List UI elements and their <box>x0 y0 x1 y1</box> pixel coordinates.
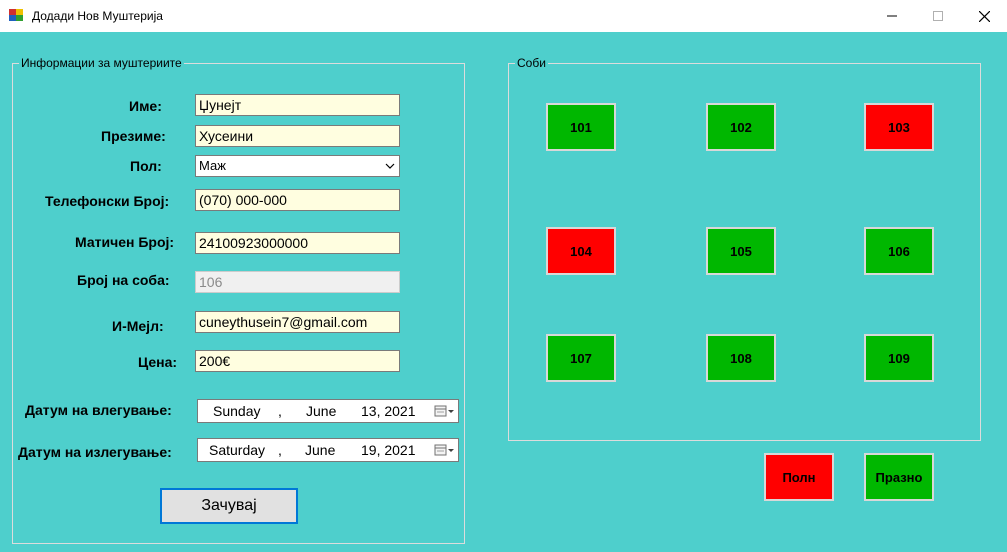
rooms-legend: Соби <box>517 56 546 70</box>
checkin-day-year: 13, 2021 <box>361 403 416 419</box>
chevron-down-icon <box>385 163 395 169</box>
checkout-date-picker[interactable]: Saturday , June 19, 2021 <box>197 438 459 462</box>
minimize-button[interactable] <box>869 0 915 32</box>
window-title: Додади Нов Муштерија <box>32 9 163 23</box>
calendar-icon <box>434 444 454 456</box>
close-button[interactable] <box>961 0 1007 32</box>
embg-label: Матичен Број: <box>75 234 175 250</box>
room-101-button[interactable]: 101 <box>546 103 616 151</box>
room-number-label: Број на соба: <box>77 272 170 288</box>
room-number-field: 106 <box>195 271 400 293</box>
checkout-weekday: Saturday <box>209 442 266 458</box>
phone-field[interactable]: (070) 000-000 <box>195 189 400 211</box>
checkout-month: June <box>305 442 336 458</box>
legend-empty: Празно <box>864 453 934 501</box>
checkout-label: Датум на излегување: <box>18 444 172 460</box>
checkin-label: Датум на влегување: <box>25 402 172 418</box>
phone-label: Телефонски Број: <box>45 193 170 209</box>
room-103-button[interactable]: 103 <box>864 103 934 151</box>
maximize-button[interactable] <box>915 0 961 32</box>
title-bar: Додади Нов Муштерија <box>0 0 1007 33</box>
email-field[interactable]: cuneythusein7@gmail.com <box>195 311 400 333</box>
gender-label: Пол: <box>130 158 162 174</box>
legend-full: Полн <box>764 453 834 501</box>
name-label: Име: <box>129 98 162 114</box>
room-102-button[interactable]: 102 <box>706 103 776 151</box>
room-105-button[interactable]: 105 <box>706 227 776 275</box>
customer-info-legend: Информации за муштериите <box>21 56 182 70</box>
checkin-month: June <box>306 403 337 419</box>
room-107-button[interactable]: 107 <box>546 334 616 382</box>
surname-field[interactable]: Хусеини <box>195 125 400 147</box>
room-106-button[interactable]: 106 <box>864 227 934 275</box>
name-field[interactable]: Џунејт <box>195 94 400 116</box>
save-button[interactable]: Зачувај <box>160 488 298 524</box>
price-label: Цена: <box>138 354 178 370</box>
checkin-date-picker[interactable]: Sunday , June 13, 2021 <box>197 399 459 423</box>
email-label: И-Мејл: <box>112 318 164 334</box>
app-icon <box>9 9 23 21</box>
room-108-button[interactable]: 108 <box>706 334 776 382</box>
checkout-sep: , <box>278 442 282 458</box>
maximize-icon <box>933 11 943 21</box>
checkin-weekday: Sunday <box>213 403 261 419</box>
embg-field[interactable]: 24100923000000 <box>195 232 400 254</box>
room-109-button[interactable]: 109 <box>864 334 934 382</box>
gender-value: Маж <box>199 158 226 173</box>
checkout-day-year: 19, 2021 <box>361 442 416 458</box>
calendar-icon <box>434 405 454 417</box>
form-body: Информации за муштериите Име: Џунејт Пре… <box>0 32 1007 552</box>
gender-select[interactable]: Маж <box>195 155 400 177</box>
surname-label: Презиме: <box>101 128 166 144</box>
minimize-icon <box>887 15 897 17</box>
close-icon <box>978 10 990 22</box>
room-104-button[interactable]: 104 <box>546 227 616 275</box>
checkin-sep: , <box>278 403 282 419</box>
price-field[interactable]: 200€ <box>195 350 400 372</box>
